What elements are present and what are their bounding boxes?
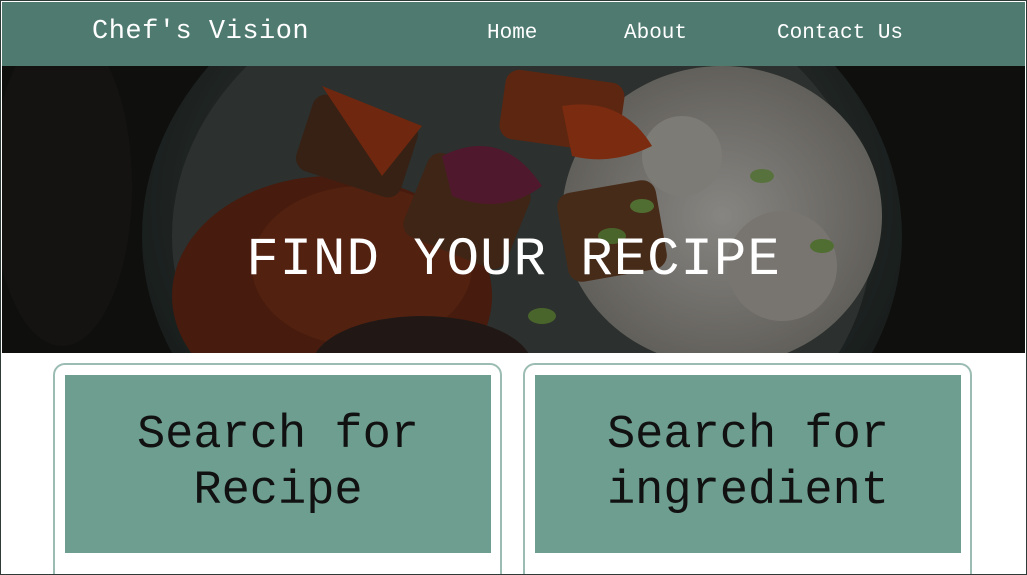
brand-logo-text[interactable]: Chef's Vision [92,17,309,47]
search-recipe-card: Search for Recipe [53,363,502,574]
page-frame: Chef's Vision Home About Contact Us FIND… [0,0,1027,575]
nav-link-about[interactable]: About [624,22,687,45]
hero-banner: FIND YOUR RECIPE [2,66,1025,353]
search-recipe-button[interactable]: Search for Recipe [65,375,491,553]
nav-link-contact[interactable]: Contact Us [777,22,903,45]
navbar: Chef's Vision Home About Contact Us [2,2,1025,66]
search-ingredient-button[interactable]: Search for ingredient [535,375,961,553]
hero-title: FIND YOUR RECIPE [246,230,781,291]
nav-link-home[interactable]: Home [487,22,537,45]
hero-food-image [2,66,1025,353]
search-ingredient-card: Search for ingredient [523,363,972,574]
